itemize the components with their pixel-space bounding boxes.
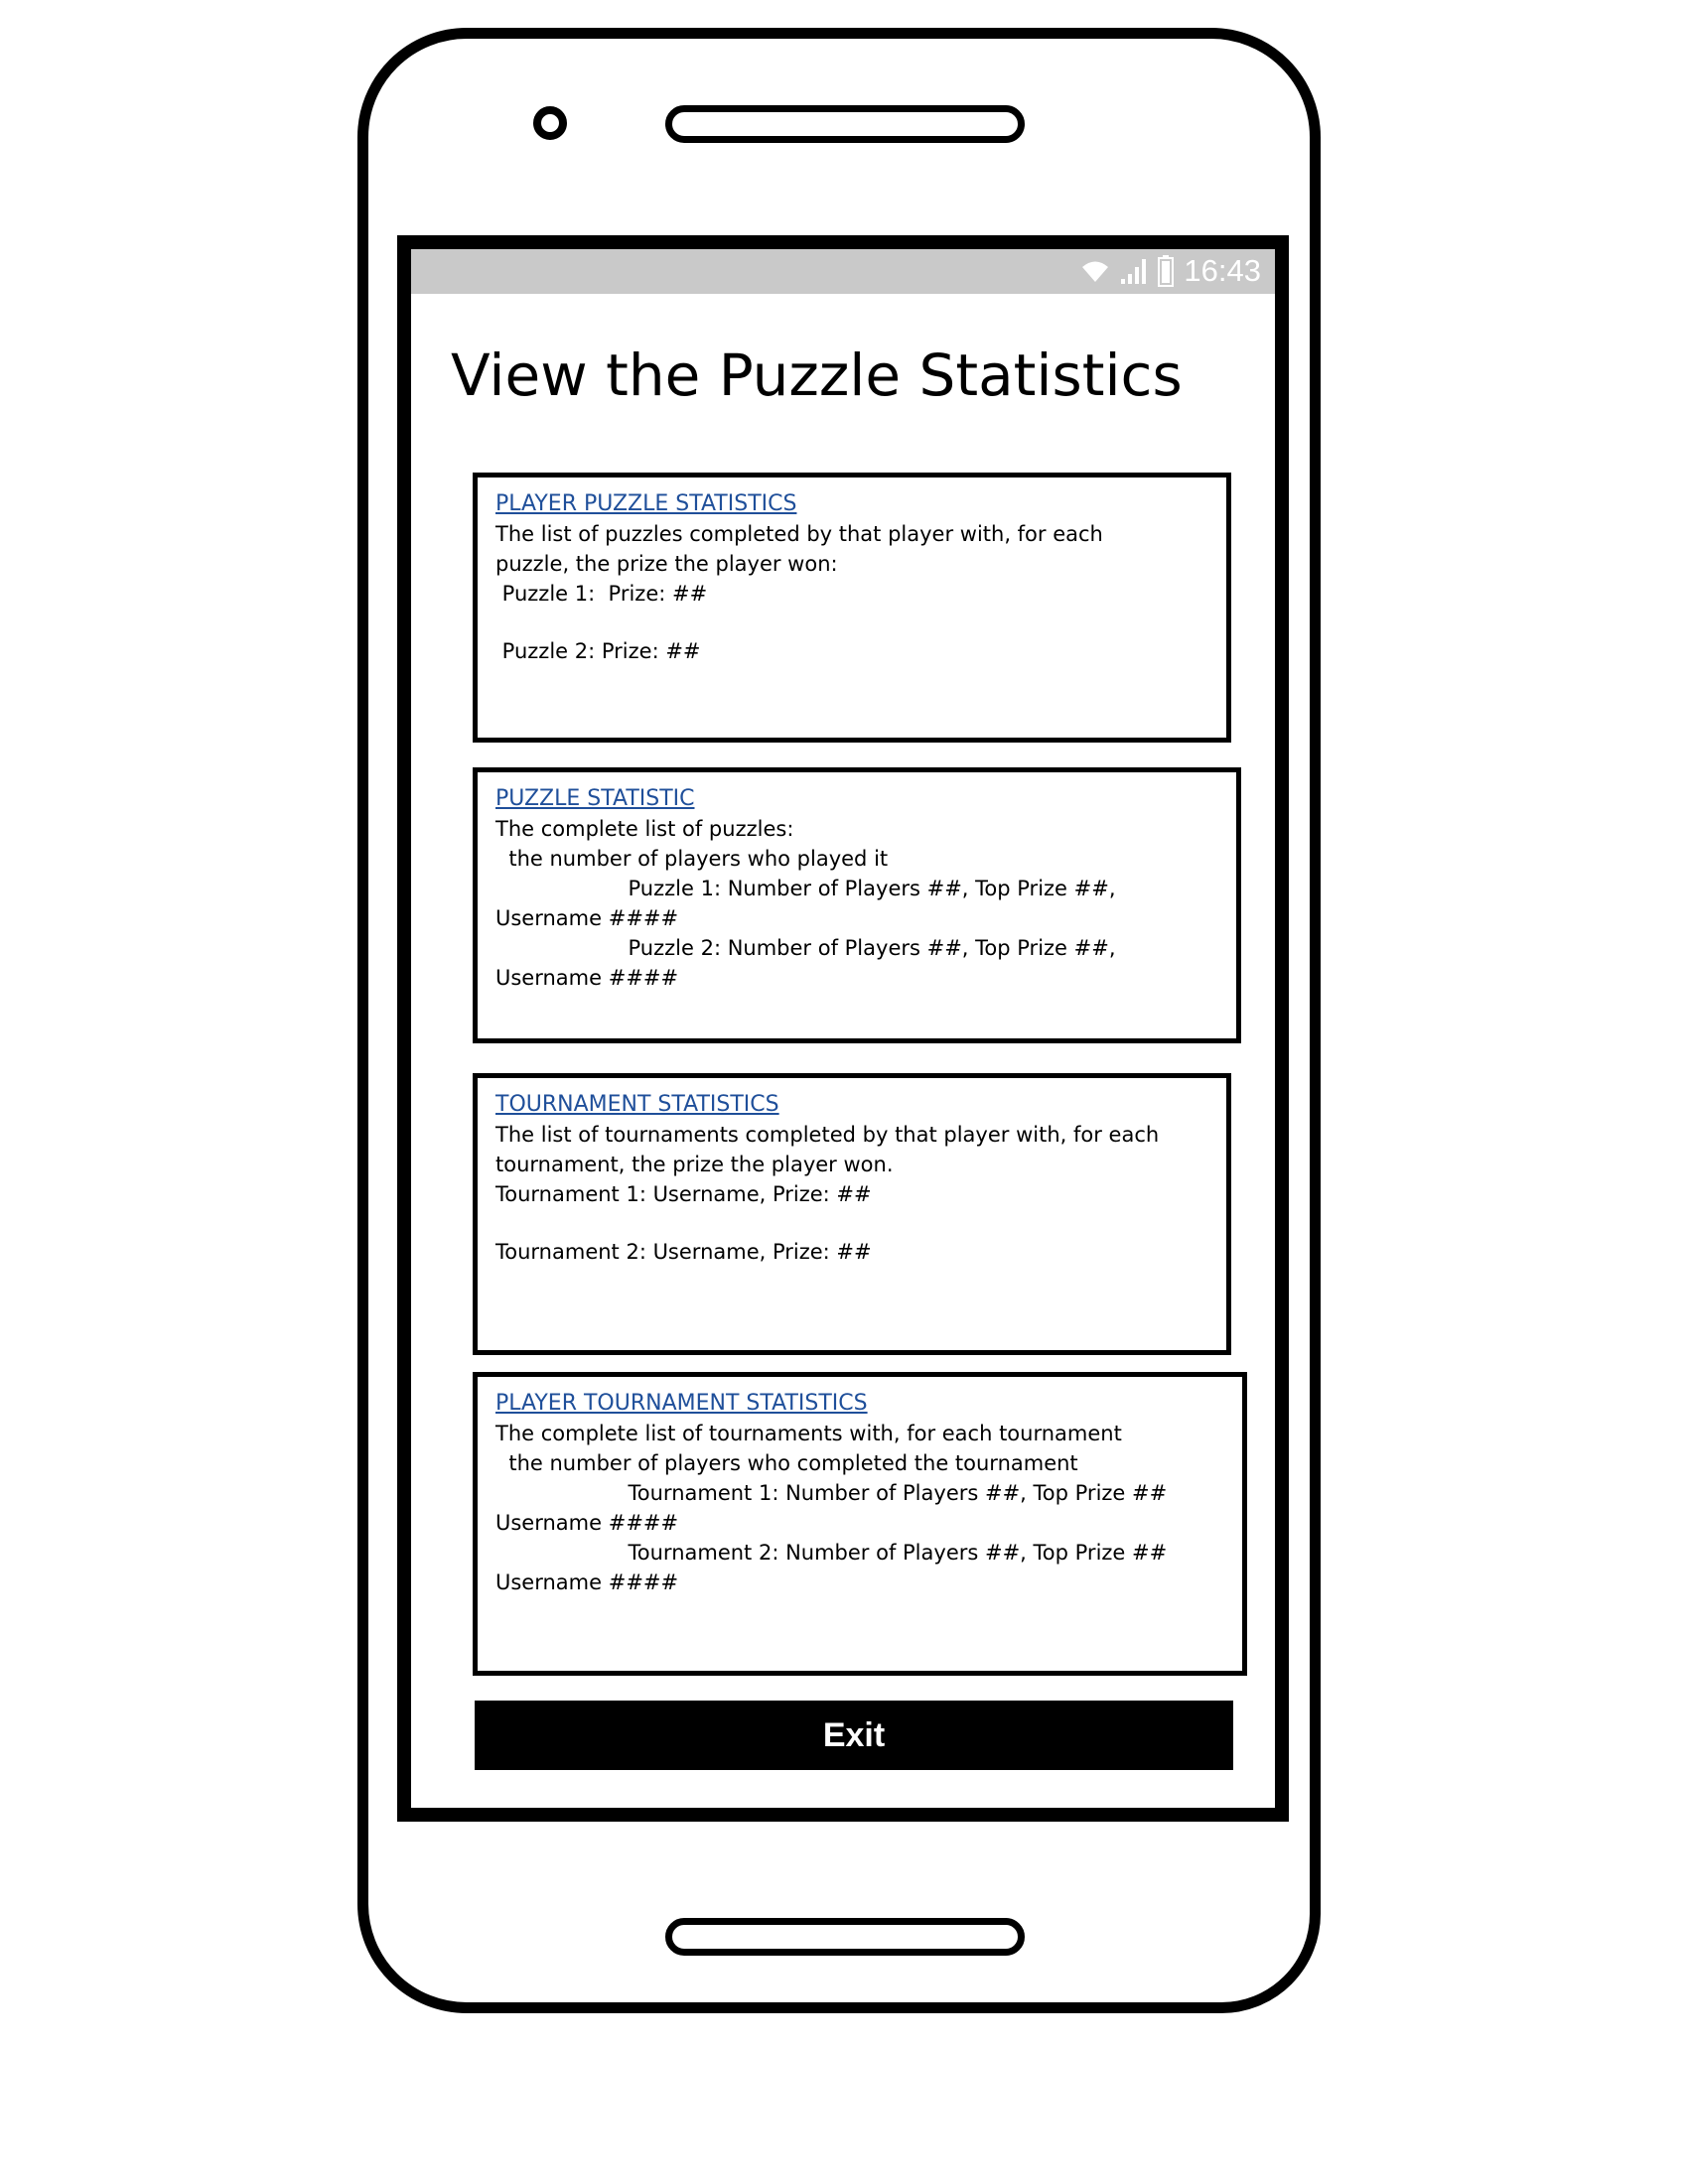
status-icons: 16:43: [1080, 253, 1261, 289]
card-title-link[interactable]: TOURNAMENT STATISTICS: [495, 1090, 1208, 1120]
card-text-line: Username ####: [495, 1570, 679, 1594]
card-text-line: Username ####: [495, 906, 679, 930]
card-puzzle-statistic: PUZZLE STATISTIC The complete list of pu…: [473, 767, 1241, 1043]
card-text-line: Tournament 2: Username, Prize: ##: [495, 1240, 872, 1264]
page-title: View the Puzzle Statistics: [451, 341, 1183, 409]
card-text-line: Puzzle 2: Prize: ##: [495, 639, 701, 663]
card-text-line: the number of players who played it: [495, 847, 889, 871]
wifi-icon: [1080, 258, 1110, 284]
card-text-line: Tournament 1: Number of Players ##, Top …: [495, 1481, 1168, 1505]
card-text-line: Puzzle 1: Number of Players ##, Top Priz…: [495, 877, 1116, 900]
card-player-puzzle-statistics: PLAYER PUZZLE STATISTICS The list of puz…: [473, 473, 1231, 743]
phone-screen: 16:43 View the Puzzle Statistics PLAYER …: [397, 235, 1289, 1822]
status-time: 16:43: [1184, 253, 1261, 288]
card-text-line: the number of players who completed the …: [495, 1451, 1078, 1475]
card-text-line: Puzzle 2: Number of Players ##, Top Priz…: [495, 936, 1116, 960]
card-title-link[interactable]: PLAYER TOURNAMENT STATISTICS: [495, 1389, 1224, 1419]
card-text-line: Tournament 1: Username, Prize: ##: [495, 1182, 872, 1206]
card-text-line: The complete list of tournaments with, f…: [495, 1422, 1122, 1445]
camera-icon: [533, 106, 567, 140]
exit-button[interactable]: Exit: [475, 1701, 1233, 1770]
card-text-line: [495, 609, 1208, 636]
speaker-top: [665, 105, 1025, 143]
home-button[interactable]: [665, 1918, 1025, 1956]
card-title-link[interactable]: PUZZLE STATISTIC: [495, 784, 1218, 814]
status-bar: 16:43: [411, 249, 1275, 294]
card-text-line: Puzzle 1: Prize: ##: [495, 582, 708, 606]
card-text-line: puzzle, the prize the player won:: [495, 552, 838, 576]
card-text-line: Username ####: [495, 1511, 679, 1535]
card-text-line: The complete list of puzzles:: [495, 817, 794, 841]
card-text-line: tournament, the prize the player won.: [495, 1153, 894, 1176]
card-text-line: Tournament 2: Number of Players ##, Top …: [495, 1541, 1168, 1565]
card-title-link[interactable]: PLAYER PUZZLE STATISTICS: [495, 489, 1208, 519]
battery-icon: [1158, 255, 1175, 287]
card-text-line: The list of puzzles completed by that pl…: [495, 522, 1103, 546]
card-text-line: The list of tournaments completed by tha…: [495, 1123, 1160, 1147]
card-tournament-statistics: TOURNAMENT STATISTICS The list of tourna…: [473, 1073, 1231, 1355]
card-text-line: [495, 1209, 1208, 1237]
card-text-line: Username ####: [495, 966, 679, 990]
signal-icon: [1120, 257, 1148, 285]
card-player-tournament-statistics: PLAYER TOURNAMENT STATISTICS The complet…: [473, 1372, 1247, 1676]
